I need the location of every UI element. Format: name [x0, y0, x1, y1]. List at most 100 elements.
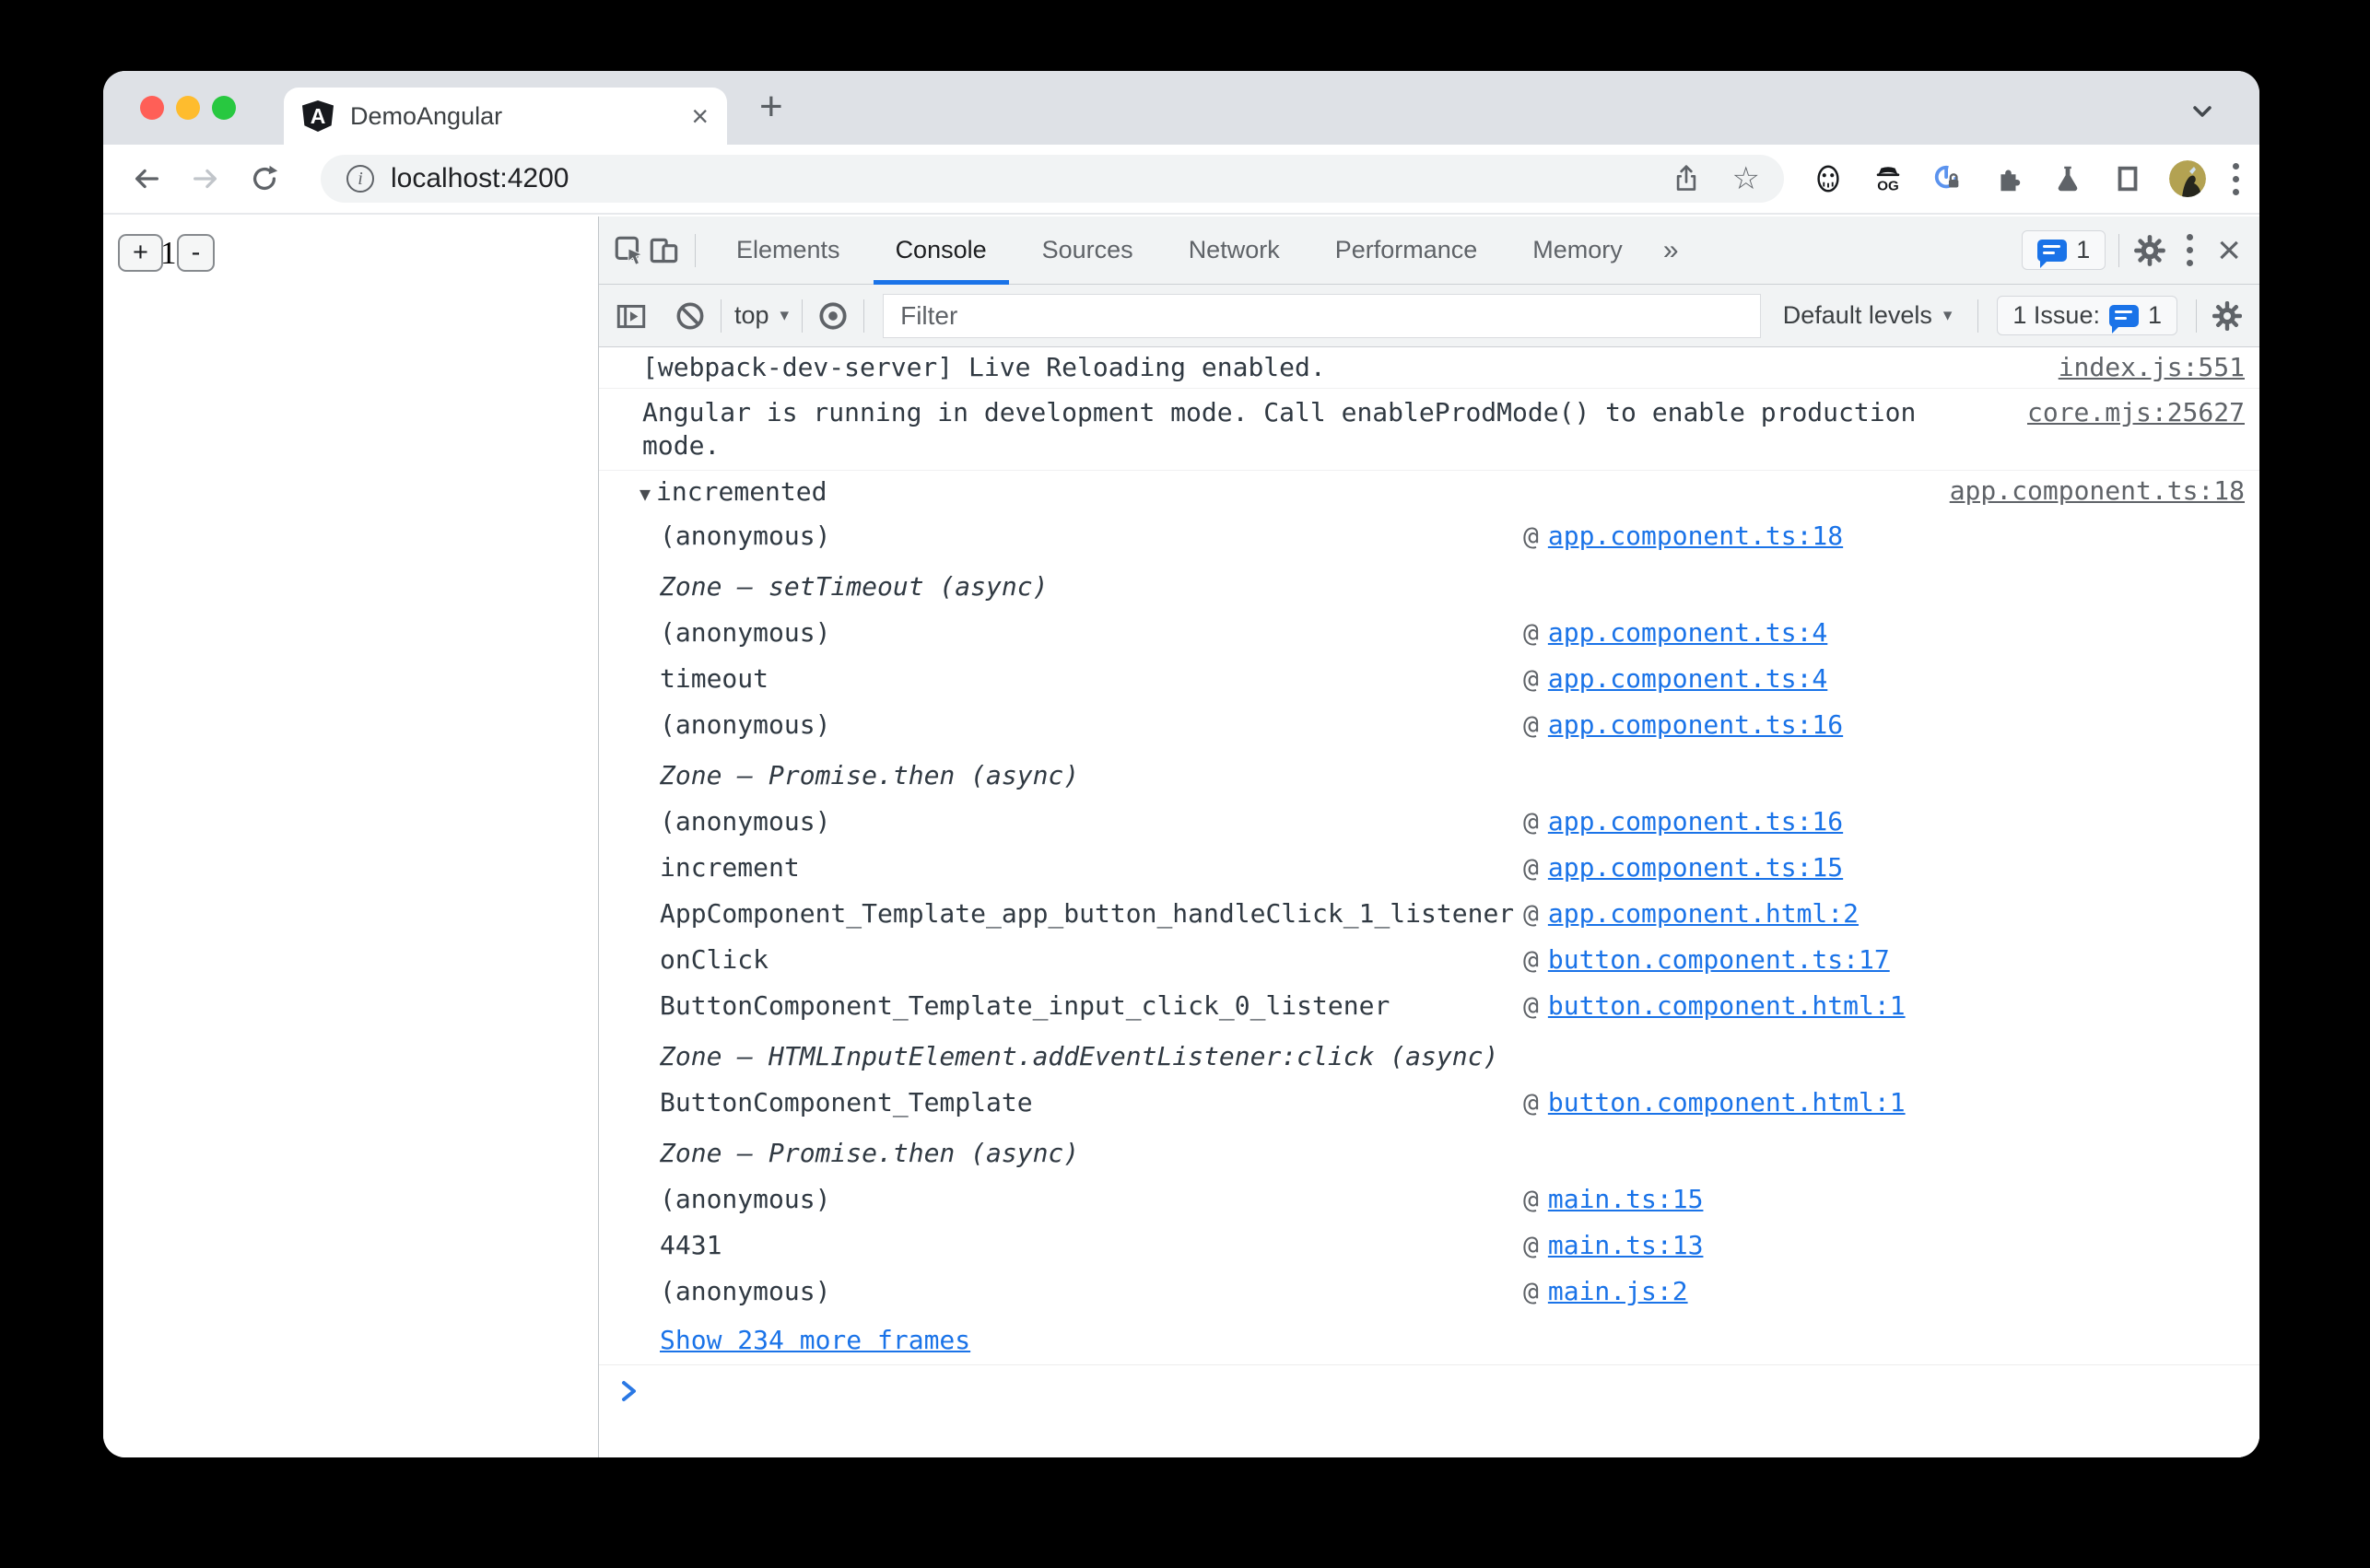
forward-button[interactable] [190, 163, 221, 194]
tab-close-icon[interactable]: × [691, 101, 709, 131]
source-link[interactable]: app.component.ts:4 [1548, 616, 1827, 649]
frame-function: Zone – HTMLInputElement.addEventListener… [660, 1041, 1499, 1071]
frame-function: 4431 [660, 1230, 722, 1260]
source-link[interactable]: button.component.html:1 [1548, 989, 1906, 1023]
browser-tab[interactable]: A DemoAngular × [284, 88, 727, 145]
frame-function: (anonymous) [660, 806, 831, 837]
source-link[interactable]: button.component.html:1 [1548, 1086, 1906, 1119]
frame-at: @ [1523, 852, 1539, 883]
tab-elements[interactable]: Elements [714, 216, 862, 285]
frame-function: Zone – setTimeout (async) [660, 571, 1049, 602]
decrement-button[interactable]: - [177, 234, 215, 272]
message-source-link[interactable]: core.mjs:25627 [2027, 396, 2245, 429]
minimize-window-button[interactable] [176, 96, 200, 120]
message-text: [webpack-dev-server] Live Reloading enab… [642, 352, 1326, 382]
devtools-tabbar: Elements Console Sources Network Perform… [599, 216, 2259, 285]
clear-console-icon[interactable] [673, 298, 708, 333]
trace-header[interactable]: ▼ incremented app.component.ts:18 [599, 471, 2259, 513]
source-link[interactable]: main.js:2 [1548, 1275, 1688, 1308]
frame-at: @ [1523, 521, 1539, 551]
increment-button[interactable]: + [118, 234, 163, 272]
browser-menu-icon[interactable] [2232, 162, 2239, 195]
inspect-element-icon[interactable] [612, 233, 647, 268]
context-label: top [734, 301, 769, 329]
frame-at: @ [1523, 1230, 1539, 1260]
flask-extension-icon[interactable] [2052, 163, 2083, 194]
url-text[interactable]: localhost:4200 [391, 163, 569, 194]
tab-search-chevron-icon[interactable] [2186, 95, 2219, 128]
tab-performance[interactable]: Performance [1313, 216, 1500, 285]
profile-avatar[interactable] [2169, 160, 2206, 197]
source-link[interactable]: main.ts:15 [1548, 1183, 1704, 1216]
console-message: Angular is running in development mode. … [599, 389, 2259, 471]
tab-sources[interactable]: Sources [1020, 216, 1156, 285]
browser-toolbar: i localhost:4200 ☆ OG [103, 145, 2259, 215]
frame-at: @ [1523, 663, 1539, 694]
console-sidebar-toggle-icon[interactable] [614, 298, 649, 333]
frame-at: @ [1523, 1184, 1539, 1214]
source-link[interactable]: app.component.ts:4 [1548, 662, 1827, 696]
source-link[interactable]: main.ts:13 [1548, 1229, 1704, 1262]
source-link[interactable]: app.component.ts:16 [1548, 708, 1843, 742]
source-link[interactable]: app.component.ts:15 [1548, 851, 1843, 884]
frame-at: @ [1523, 898, 1539, 929]
mask-extension-icon[interactable] [1813, 163, 1844, 194]
issues-bubble-icon [2037, 239, 2068, 268]
devtools-close-icon[interactable]: × [2212, 229, 2247, 270]
issues-counter-button[interactable]: 1 [2022, 230, 2106, 270]
frame-function: onClick [660, 944, 769, 975]
divider [802, 298, 804, 333]
browser-window: A DemoAngular × + i localhost:4200 ☆ OG … [103, 71, 2259, 1457]
tab-console[interactable]: Console [873, 216, 1009, 285]
source-link[interactable]: app.component.ts:18 [1548, 520, 1843, 553]
frame-at: @ [1523, 806, 1539, 837]
stack-frame: onClick @ button.component.ts:17 [599, 937, 2259, 983]
source-link[interactable]: app.component.ts:16 [1548, 805, 1843, 838]
reload-button[interactable] [249, 163, 280, 194]
issues-summary-button[interactable]: 1 Issue: 1 [1997, 296, 2177, 335]
collapse-triangle-icon[interactable]: ▼ [639, 483, 651, 505]
zoom-window-button[interactable] [212, 96, 236, 120]
incognito-og-extension-icon[interactable]: OG [1872, 163, 1904, 194]
frame-function: (anonymous) [660, 709, 831, 740]
console-prompt[interactable] [599, 1365, 2259, 1457]
source-link[interactable]: app.component.html:2 [1548, 897, 1859, 930]
tab-network[interactable]: Network [1167, 216, 1302, 285]
message-source-link[interactable]: app.component.ts:18 [1950, 474, 2245, 508]
devtools-settings-gear-icon[interactable] [2132, 233, 2167, 268]
window-controls [140, 96, 236, 120]
console-filter-input[interactable] [883, 293, 1761, 338]
stack-frame: (anonymous) @ app.component.ts:18 [599, 513, 2259, 559]
bookmark-star-icon[interactable]: ☆ [1732, 163, 1760, 194]
device-toolbar-icon[interactable] [647, 233, 682, 268]
back-button[interactable] [131, 163, 162, 194]
address-bar[interactable]: i localhost:4200 ☆ [321, 155, 1784, 203]
chevron-down-icon: ▾ [780, 306, 790, 325]
frame-at: @ [1523, 709, 1539, 740]
side-panel-icon[interactable] [2112, 163, 2143, 194]
live-expression-eye-icon[interactable] [815, 298, 851, 333]
more-tabs-icon[interactable]: » [1650, 235, 1692, 266]
console-log[interactable]: [webpack-dev-server] Live Reloading enab… [599, 347, 2259, 1457]
tab-memory[interactable]: Memory [1510, 216, 1645, 285]
frame-at: @ [1523, 1087, 1539, 1117]
issues-bubble-icon [2108, 304, 2139, 333]
site-info-icon[interactable]: i [346, 165, 374, 193]
show-more-frames-link[interactable]: Show 234 more frames [660, 1324, 970, 1357]
console-settings-gear-icon[interactable] [2210, 298, 2245, 333]
window-content: + 1 - Elements Console Sources Network P… [103, 216, 2259, 1457]
devtools-menu-icon[interactable] [2186, 234, 2193, 266]
context-selector[interactable]: top ▾ [734, 301, 789, 330]
message-source-link[interactable]: index.js:551 [2059, 351, 2245, 384]
log-levels-selector[interactable]: Default levels ▾ [1783, 301, 1953, 330]
password-lock-extension-icon[interactable] [1932, 163, 1964, 194]
stack-frame: increment @ app.component.ts:15 [599, 845, 2259, 891]
new-tab-button[interactable]: + [759, 84, 783, 130]
stack-frame: ButtonComponent_Template_input_click_0_l… [599, 983, 2259, 1029]
source-link[interactable]: button.component.ts:17 [1548, 943, 1890, 977]
share-icon[interactable] [1672, 163, 1701, 194]
close-window-button[interactable] [140, 96, 164, 120]
extensions-puzzle-icon[interactable] [1992, 163, 2024, 194]
divider [1977, 298, 1979, 333]
counter-value: 1 [160, 235, 177, 271]
